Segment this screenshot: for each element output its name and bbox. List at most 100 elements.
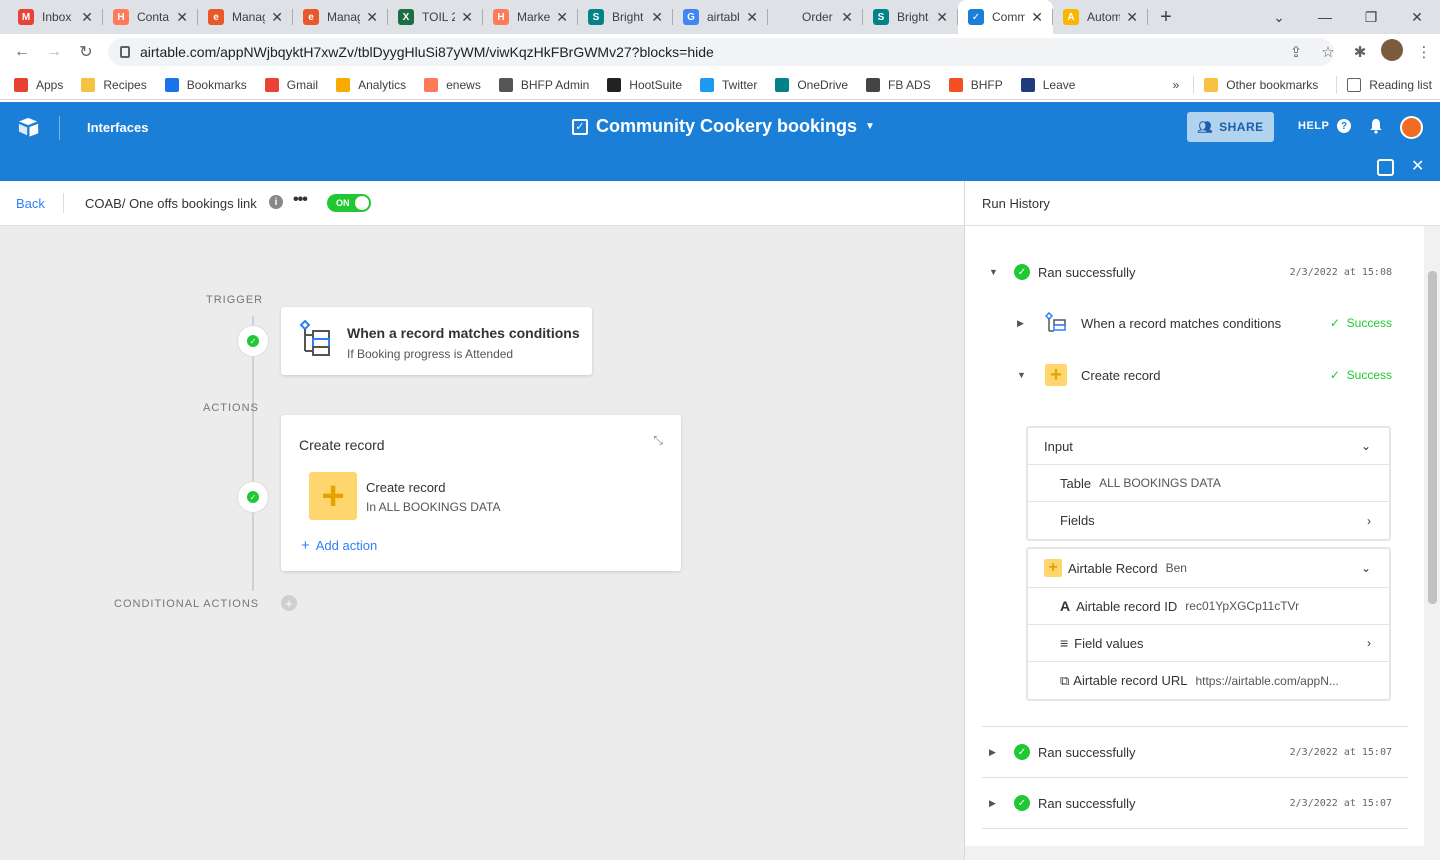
browser-tab[interactable]: H Conta ✕ xyxy=(103,0,198,34)
close-tab-icon[interactable]: ✕ xyxy=(936,9,948,26)
profile-avatar[interactable] xyxy=(1376,39,1408,65)
minimize-button[interactable]: — xyxy=(1302,0,1348,34)
step-row-action[interactable]: ▼ + Create record ✓ Success xyxy=(965,360,1408,390)
expand-fullscreen-icon[interactable] xyxy=(1377,159,1394,176)
reload-icon[interactable]: ↻ xyxy=(70,36,102,68)
bookmark-item[interactable]: Twitter xyxy=(700,77,757,92)
caret-down-icon: ▼ xyxy=(865,121,875,132)
close-tab-icon[interactable]: ✕ xyxy=(176,9,188,26)
share-button[interactable]: 👥︎ SHARE xyxy=(1187,112,1274,142)
browser-tab[interactable]: e Manag ✕ xyxy=(293,0,388,34)
bookmark-item[interactable]: Analytics xyxy=(336,77,406,92)
add-conditional-action-icon[interactable]: + xyxy=(281,595,297,611)
browser-tab[interactable]: S Bright ✕ xyxy=(863,0,958,34)
step-row-trigger[interactable]: ▶ When a record matches conditions ✓ Suc… xyxy=(965,308,1408,338)
tab-title: Order xyxy=(802,10,833,24)
blank-icon xyxy=(778,9,794,25)
forward-arrow-icon[interactable]: → xyxy=(38,36,70,68)
bookmark-item[interactable]: Bookmarks xyxy=(164,77,247,92)
add-action-button[interactable]: + Add action xyxy=(301,537,377,554)
new-tab-button[interactable]: + xyxy=(1148,0,1184,34)
browser-tab[interactable]: S Bright ✕ xyxy=(578,0,673,34)
input-header[interactable]: Input ⌄ xyxy=(1028,428,1389,465)
scrollbar-thumb[interactable] xyxy=(1428,271,1437,604)
bookmark-item[interactable]: OneDrive xyxy=(775,77,848,92)
bookmark-item[interactable]: Apps xyxy=(14,77,63,92)
chevron-down-icon: ⌄ xyxy=(1360,561,1371,575)
hootsuite-icon xyxy=(607,77,622,92)
bell-icon[interactable] xyxy=(1368,118,1384,134)
close-tab-icon[interactable]: ✕ xyxy=(841,9,853,26)
automation-on-toggle[interactable]: ON xyxy=(327,194,371,212)
bookmark-other-bookmarks[interactable]: Other bookmarks xyxy=(1204,78,1318,92)
close-tab-icon[interactable]: ✕ xyxy=(271,9,283,26)
close-tab-icon[interactable]: ✕ xyxy=(81,9,93,26)
output-record-header[interactable]: + Airtable Record Ben ⌄ xyxy=(1028,549,1389,588)
browser-menu-icon[interactable]: ⋮ xyxy=(1408,43,1440,61)
horizontal-scrollbar[interactable] xyxy=(965,846,1440,860)
close-window-button[interactable]: ✕ xyxy=(1394,0,1440,34)
browser-tab[interactable]: Order ✕ xyxy=(768,0,863,34)
browser-tab[interactable]: ✓ Comm ✕ xyxy=(958,0,1053,34)
output-field-values-row[interactable]: ≡ Field values › xyxy=(1028,625,1389,662)
browser-tab[interactable]: H Marke ✕ xyxy=(483,0,578,34)
vertical-scrollbar[interactable] xyxy=(1424,226,1440,846)
plus-action-icon: + xyxy=(1044,559,1062,577)
caret-collapsed-icon: ▶ xyxy=(989,746,996,757)
run-row[interactable]: ▶ ✓ Ran successfully 2/3/2022 at 15:07 xyxy=(965,737,1408,767)
bookmark-item[interactable]: enews xyxy=(424,77,481,92)
close-tab-icon[interactable]: ✕ xyxy=(461,9,473,26)
browser-tab[interactable]: M Inbox ✕ xyxy=(8,0,103,34)
close-tab-icon[interactable]: ✕ xyxy=(556,9,568,26)
info-icon[interactable]: i xyxy=(269,195,283,209)
bookmark-item[interactable]: BHFP xyxy=(948,77,1003,92)
bookmark-item[interactable]: Leave xyxy=(1020,77,1075,92)
close-tab-icon[interactable]: ✕ xyxy=(651,9,663,26)
run-row[interactable]: ▼ ✓ Ran successfully 2/3/2022 at 15:08 xyxy=(965,257,1408,287)
extensions-puzzle-icon[interactable]: ✱ xyxy=(1344,43,1376,61)
input-fields-row[interactable]: Fields › xyxy=(1028,502,1389,539)
bookmark-reading-list[interactable]: Reading list xyxy=(1347,78,1432,92)
trigger-card[interactable]: When a record matches conditions If Book… xyxy=(281,307,592,375)
plus-action-icon: + xyxy=(1045,364,1067,386)
close-icon[interactable]: ✕ xyxy=(1411,156,1424,176)
automation-name[interactable]: COAB/ One offs bookings link xyxy=(85,196,257,211)
more-options-icon[interactable]: ••• xyxy=(293,191,308,209)
restore-button[interactable]: ❐ xyxy=(1348,0,1394,34)
bookmark-item[interactable]: Recipes xyxy=(81,77,147,92)
user-account-icon[interactable] xyxy=(1400,116,1423,139)
run-row[interactable]: ▶ ✓ Ran successfully 2/3/2022 at 15:07 xyxy=(965,788,1408,818)
share-page-icon[interactable]: ⇪ xyxy=(1280,43,1312,61)
tab-search-chevron-icon[interactable]: ⌄ xyxy=(1256,0,1302,34)
help-question-icon[interactable]: ? xyxy=(1337,119,1351,133)
interfaces-link[interactable]: Interfaces xyxy=(87,120,148,135)
close-tab-icon[interactable]: ✕ xyxy=(1031,9,1043,26)
gmail-icon: M xyxy=(18,9,34,25)
bookmark-star-icon[interactable]: ☆ xyxy=(1312,43,1344,61)
back-arrow-icon[interactable]: ← xyxy=(6,36,38,68)
edge-e-icon: e xyxy=(303,9,319,25)
close-tab-icon[interactable]: ✕ xyxy=(746,9,758,26)
browser-tab[interactable]: X TOIL 2 ✕ xyxy=(388,0,483,34)
collapse-arrows-icon[interactable]: ⤡ xyxy=(653,433,663,448)
bookmark-item[interactable]: BHFP Admin xyxy=(498,77,589,92)
hubspot-icon: H xyxy=(113,9,129,25)
browser-tab[interactable]: A Autom ✕ xyxy=(1053,0,1148,34)
bookmarks-overflow-icon[interactable]: » xyxy=(1173,78,1180,92)
bookmark-item[interactable]: Gmail xyxy=(264,77,318,92)
help-link[interactable]: HELP xyxy=(1298,120,1329,132)
action-card[interactable]: Create record ⤡ + Create record In ALL B… xyxy=(281,415,681,571)
url-field[interactable]: airtable.com/appNWjbqyktH7xwZv/tblDyygHl… xyxy=(108,38,1334,66)
base-title-dropdown[interactable]: ✓ Community Cookery bookings ▼ xyxy=(572,116,875,137)
bookmark-item[interactable]: HootSuite xyxy=(607,77,682,92)
caret-collapsed-icon: ▶ xyxy=(1017,318,1024,328)
back-link[interactable]: Back xyxy=(16,196,45,211)
bookmark-item[interactable]: FB ADS xyxy=(866,77,931,92)
close-tab-icon[interactable]: ✕ xyxy=(1126,9,1138,26)
airtable-logo-icon[interactable] xyxy=(18,116,40,138)
run-status-label: Ran successfully xyxy=(1038,264,1136,280)
browser-tab[interactable]: e Manag ✕ xyxy=(198,0,293,34)
conditions-tree-icon xyxy=(299,319,330,356)
close-tab-icon[interactable]: ✕ xyxy=(366,9,378,26)
browser-tab[interactable]: Gairtabl ✕ xyxy=(673,0,768,34)
